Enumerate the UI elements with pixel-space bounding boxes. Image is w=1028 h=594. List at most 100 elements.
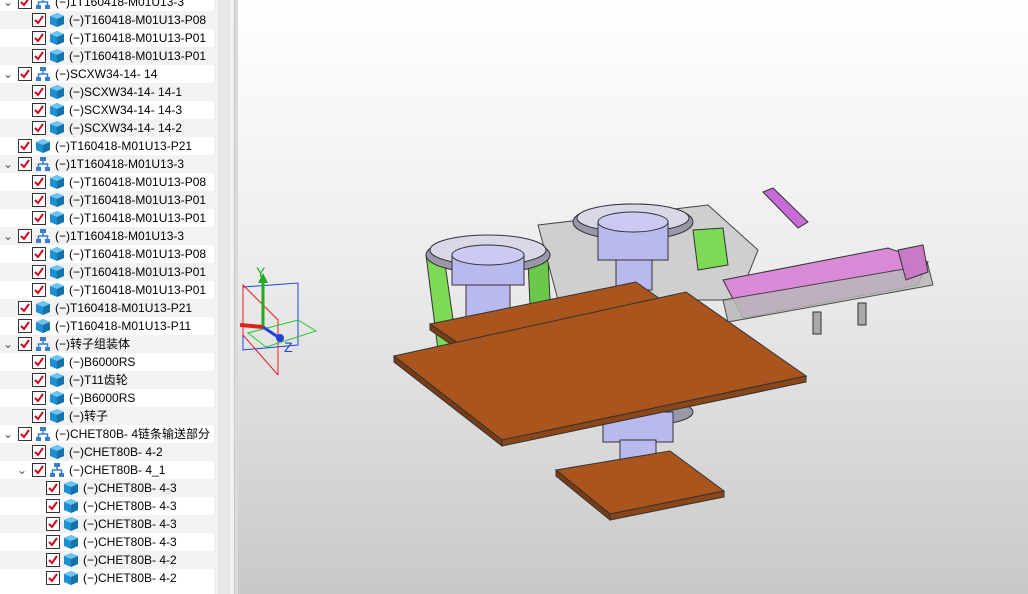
tree-row[interactable]: (−)T160418-M01U13-P21 <box>0 137 214 155</box>
visibility-checkbox[interactable] <box>32 13 46 27</box>
right-hub-top <box>597 211 669 233</box>
tree-row[interactable]: (−)T160418-M01U13-P01 <box>0 29 214 47</box>
tree-row[interactable]: (−)T160418-M01U13-P01 <box>0 263 214 281</box>
visibility-checkbox[interactable] <box>32 121 46 135</box>
tree-row[interactable]: (−)T160418-M01U13-P21 <box>0 299 214 317</box>
tree-row[interactable]: (−)B6000RS <box>0 353 214 371</box>
visibility-checkbox[interactable] <box>32 445 46 459</box>
tree-row[interactable]: (−)T160418-M01U13-P01 <box>0 281 214 299</box>
tree-row[interactable]: ⌄ (−)转子组装体 <box>0 335 214 353</box>
visibility-checkbox[interactable] <box>18 67 32 81</box>
part-icon <box>49 390 65 406</box>
visibility-checkbox[interactable] <box>32 463 46 477</box>
assembly-icon <box>35 336 51 352</box>
visibility-checkbox[interactable] <box>18 337 32 351</box>
visibility-checkbox[interactable] <box>18 319 32 333</box>
assembly-icon <box>35 66 51 82</box>
tree-row-label: (−)SCXW34-14- 14-3 <box>69 103 183 117</box>
visibility-checkbox[interactable] <box>32 283 46 297</box>
tree-row[interactable]: (−)CHET80B- 4-2 <box>0 551 214 569</box>
x-axis <box>239 323 264 329</box>
tree-row-label: (−)T160418-M01U13-P01 <box>69 193 207 207</box>
tree-row[interactable]: ⌄ (−)CHET80B- 4_1 <box>0 461 214 479</box>
visibility-checkbox[interactable] <box>46 553 60 567</box>
part-icon <box>49 30 65 46</box>
tree-row-label: (−)T11齿轮 <box>69 373 128 387</box>
visibility-checkbox[interactable] <box>32 175 46 189</box>
visibility-checkbox[interactable] <box>46 517 60 531</box>
visibility-checkbox[interactable] <box>18 229 32 243</box>
tree-row[interactable]: (−)CHET80B- 4-2 <box>0 443 214 461</box>
visibility-checkbox[interactable] <box>18 157 32 171</box>
tree-row[interactable]: (−)CHET80B- 4-3 <box>0 515 214 533</box>
tree-row[interactable]: (−)SCXW34-14- 14-1 <box>0 83 214 101</box>
expand-chevron-icon[interactable]: ⌄ <box>16 463 28 477</box>
expand-chevron-icon[interactable]: ⌄ <box>2 427 14 441</box>
tree-row[interactable]: ⌄ (−)CHET80B- 4链条输送部分 <box>0 425 214 443</box>
visibility-checkbox[interactable] <box>18 139 32 153</box>
tree-scrollbar-thumb[interactable] <box>218 0 230 594</box>
tree-row[interactable]: (−)转子 <box>0 407 214 425</box>
tree-row-label: (−)1T160418-M01U13-3 <box>55 0 185 9</box>
part-icon <box>63 552 79 568</box>
visibility-checkbox[interactable] <box>32 391 46 405</box>
visibility-checkbox[interactable] <box>32 265 46 279</box>
assembly-icon <box>35 156 51 172</box>
tree-row[interactable]: ⌄ (−)1T160418-M01U13-3 <box>0 227 214 245</box>
3d-viewport[interactable] <box>238 0 1028 594</box>
visibility-checkbox[interactable] <box>32 373 46 387</box>
tree-row[interactable]: (−)T11齿轮 <box>0 371 214 389</box>
tree-row[interactable]: ⌄ (−)SCXW34-14- 14 <box>0 65 214 83</box>
expand-chevron-icon[interactable]: ⌄ <box>2 157 14 171</box>
tree-row-label: (−)T160418-M01U13-P01 <box>69 283 207 297</box>
tree-row[interactable]: (−)T160418-M01U13-P01 <box>0 209 214 227</box>
visibility-checkbox[interactable] <box>32 103 46 117</box>
tree-row[interactable]: (−)T160418-M01U13-P08 <box>0 173 214 191</box>
visibility-checkbox[interactable] <box>32 85 46 99</box>
visibility-checkbox[interactable] <box>46 481 60 495</box>
tree-row[interactable]: (−)SCXW34-14- 14-3 <box>0 101 214 119</box>
feature-tree-panel: ⌄ (−)1T160418-M01U13-3 (−)T160418-M01U13-P… <box>0 0 214 594</box>
expand-chevron-icon[interactable]: ⌄ <box>2 337 14 351</box>
axis-triad: Y Z <box>238 264 318 377</box>
visibility-checkbox[interactable] <box>18 427 32 441</box>
visibility-checkbox[interactable] <box>46 499 60 513</box>
expand-chevron-icon[interactable]: ⌄ <box>2 67 14 81</box>
part-icon <box>49 192 65 208</box>
visibility-checkbox[interactable] <box>32 193 46 207</box>
tree-row[interactable]: (−)CHET80B- 4-3 <box>0 533 214 551</box>
part-icon <box>49 210 65 226</box>
tree-row[interactable]: ⌄ (−)1T160418-M01U13-3 <box>0 0 214 11</box>
visibility-checkbox[interactable] <box>32 31 46 45</box>
visibility-checkbox[interactable] <box>46 535 60 549</box>
part-icon <box>63 498 79 514</box>
part-icon <box>49 48 65 64</box>
tree-row[interactable]: (−)T160418-M01U13-P08 <box>0 11 214 29</box>
part-icon <box>49 102 65 118</box>
visibility-checkbox[interactable] <box>46 571 60 585</box>
visibility-checkbox[interactable] <box>32 355 46 369</box>
tree-row[interactable]: (−)B6000RS <box>0 389 214 407</box>
expand-chevron-icon[interactable]: ⌄ <box>2 229 14 243</box>
tree-row[interactable]: ⌄ (−)1T160418-M01U13-3 <box>0 155 214 173</box>
tree-row[interactable]: (−)SCXW34-14- 14-2 <box>0 119 214 137</box>
part-icon <box>35 138 51 154</box>
tree-row[interactable]: (−)T160418-M01U13-P08 <box>0 245 214 263</box>
tree-row[interactable]: (−)CHET80B- 4-3 <box>0 497 214 515</box>
assembly-icon <box>35 228 51 244</box>
part-icon <box>49 120 65 136</box>
visibility-checkbox[interactable] <box>32 409 46 423</box>
visibility-checkbox[interactable] <box>32 49 46 63</box>
tree-row-label: (−)T160418-M01U13-P01 <box>69 49 207 63</box>
tree-row[interactable]: (−)T160418-M01U13-P11 <box>0 317 214 335</box>
expand-chevron-icon[interactable]: ⌄ <box>2 0 14 9</box>
visibility-checkbox[interactable] <box>32 211 46 225</box>
visibility-checkbox[interactable] <box>32 247 46 261</box>
tree-row[interactable]: (−)T160418-M01U13-P01 <box>0 191 214 209</box>
assembly-icon <box>49 462 65 478</box>
tree-row[interactable]: (−)T160418-M01U13-P01 <box>0 47 214 65</box>
visibility-checkbox[interactable] <box>18 0 32 9</box>
tree-row[interactable]: (−)CHET80B- 4-3 <box>0 479 214 497</box>
tree-row[interactable]: (−)CHET80B- 4-2 <box>0 569 214 587</box>
visibility-checkbox[interactable] <box>18 301 32 315</box>
